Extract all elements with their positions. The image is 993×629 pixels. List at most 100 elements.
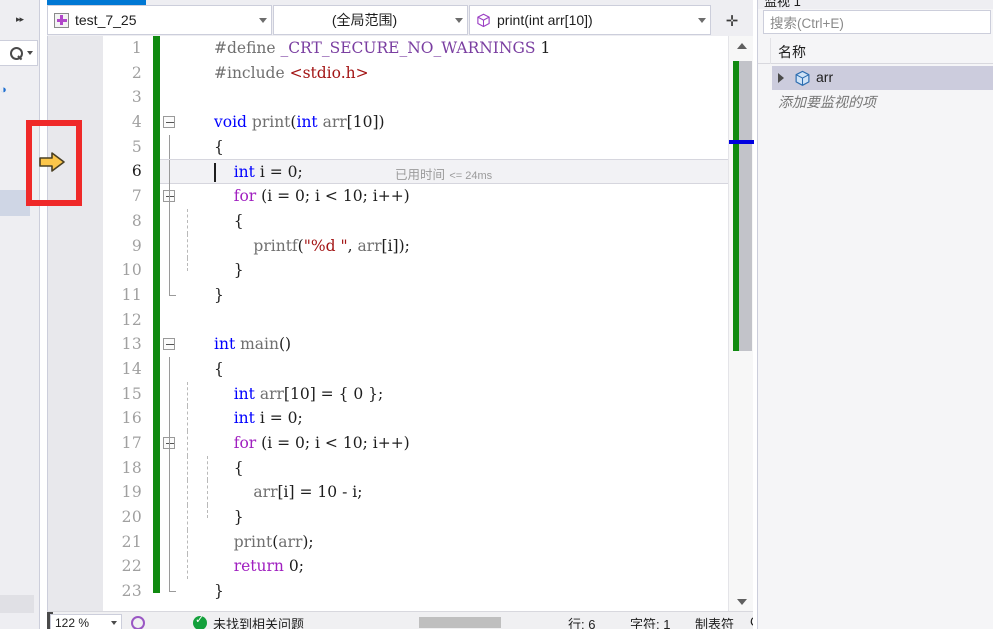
code-text: return 0; bbox=[233, 557, 304, 576]
code-line[interactable]: { bbox=[160, 134, 728, 160]
indent-guide bbox=[187, 381, 188, 407]
no-issues-check-icon bbox=[193, 613, 207, 629]
zoom-level-label: 122 % bbox=[55, 615, 90, 629]
member-dropdown[interactable]: print(int arr[10]) bbox=[469, 5, 711, 35]
collapse-toggle-icon[interactable] bbox=[163, 116, 175, 129]
code-text: } bbox=[214, 582, 224, 601]
indent-guide bbox=[187, 505, 188, 530]
chevron-down-icon[interactable] bbox=[259, 17, 267, 23]
code-text: int arr[10] = { 0 }; bbox=[233, 384, 384, 403]
code-line[interactable]: #include <stdio.h> bbox=[160, 61, 728, 86]
scroll-up-button[interactable] bbox=[729, 36, 754, 55]
chevron-down-icon[interactable] bbox=[698, 17, 706, 23]
split-view-button[interactable]: ✛ bbox=[713, 5, 751, 36]
indent-guide bbox=[187, 258, 188, 272]
code-line[interactable]: for (i = 0; i < 10; i++) bbox=[160, 431, 728, 456]
indent-guide bbox=[187, 455, 188, 481]
code-line[interactable]: print(arr); bbox=[160, 529, 728, 555]
change-indicator-bar bbox=[153, 36, 160, 593]
indent-guide bbox=[169, 554, 170, 580]
code-line[interactable]: int arr[10] = { 0 }; bbox=[160, 381, 728, 407]
code-line[interactable] bbox=[160, 308, 728, 333]
line-number: 7 bbox=[131, 187, 142, 206]
indent-guide bbox=[169, 134, 170, 160]
chevron-down-icon[interactable] bbox=[111, 620, 117, 625]
code-line[interactable]: { bbox=[160, 455, 728, 481]
code-line[interactable]: { bbox=[160, 356, 728, 382]
code-text: #define _CRT_SECURE_NO_WARNINGS 1 bbox=[214, 39, 551, 57]
collapse-toggle-icon[interactable] bbox=[163, 338, 175, 351]
watch-column-header: 名称 bbox=[758, 38, 993, 64]
code-line[interactable]: int i = 0; 已用时间 <= 24ms bbox=[160, 159, 728, 186]
code-line[interactable]: for (i = 0; i < 10; i++) bbox=[160, 184, 728, 209]
indentation-mode-label[interactable]: 制表符 bbox=[695, 614, 734, 629]
line-number: 19 bbox=[121, 483, 142, 502]
elapsed-time-value: <= 24ms bbox=[449, 170, 493, 183]
line-number: 3 bbox=[131, 88, 142, 107]
code-line[interactable]: int main() bbox=[160, 332, 728, 357]
line-number: 4 bbox=[131, 113, 142, 132]
code-line[interactable]: #define _CRT_SECURE_NO_WARNINGS 1 bbox=[160, 36, 728, 61]
code-line[interactable] bbox=[160, 85, 728, 110]
watch-item-name: arr bbox=[816, 69, 834, 85]
execution-pointer-arrow-icon bbox=[39, 152, 65, 172]
line-number: 12 bbox=[121, 310, 142, 329]
editor-vertical-scrollbar[interactable] bbox=[728, 36, 754, 611]
indent-guide bbox=[169, 356, 170, 382]
indent-guide bbox=[169, 282, 176, 296]
code-line[interactable]: printf("%d ", arr[i]); bbox=[160, 233, 728, 259]
expand-triangle-icon[interactable] bbox=[778, 73, 784, 83]
indent-guide bbox=[169, 208, 170, 234]
code-text: print(arr); bbox=[233, 532, 314, 551]
visual-studio-window: ▸▸ ◑ test_7_25 (全局范围) print(int arr[10])… bbox=[0, 0, 993, 629]
indent-guide bbox=[169, 381, 170, 407]
code-line[interactable]: int i = 0; bbox=[160, 406, 728, 431]
split-view-icon: ✛ bbox=[725, 12, 739, 30]
line-ending-label[interactable]: CRLF bbox=[750, 614, 753, 629]
code-line[interactable]: } bbox=[160, 505, 728, 530]
line-number: 2 bbox=[131, 63, 142, 82]
indent-guide bbox=[207, 455, 208, 481]
chevron-down-icon[interactable] bbox=[27, 51, 33, 55]
code-line[interactable]: return 0; bbox=[160, 554, 728, 580]
line-number: 9 bbox=[131, 236, 142, 255]
code-line[interactable]: } bbox=[160, 282, 728, 308]
code-line[interactable]: } bbox=[160, 579, 728, 604]
code-line[interactable]: arr[i] = 10 - i; bbox=[160, 480, 728, 506]
line-number: 10 bbox=[121, 261, 142, 280]
watch-search-placeholder: 搜索(Ctrl+E) bbox=[770, 16, 844, 31]
status-bar: 122 % 未找到相关问题 行: 6 字符: 1 制表符 CRLF bbox=[47, 611, 753, 629]
watch-item-arr[interactable]: arr bbox=[758, 66, 993, 90]
chevron-up-icon bbox=[736, 42, 747, 49]
rail-tab-strip[interactable] bbox=[0, 190, 30, 216]
member-dropdown-label: print(int arr[10]) bbox=[497, 12, 593, 28]
chevron-down-icon[interactable] bbox=[455, 17, 463, 23]
chevron-double-right-icon[interactable]: ▸▸ bbox=[16, 14, 24, 25]
scope-dropdown[interactable]: (全局范围) bbox=[273, 5, 468, 35]
watch-add-item-row[interactable]: 添加要监视的项 bbox=[758, 90, 993, 114]
rail-search-control[interactable] bbox=[0, 40, 38, 66]
search-icon bbox=[10, 46, 23, 60]
code-text: { bbox=[214, 137, 224, 156]
indent-guide bbox=[187, 208, 188, 234]
zoom-level-control[interactable]: 122 % bbox=[50, 614, 122, 629]
code-text: } bbox=[214, 508, 244, 527]
code-text: { bbox=[214, 458, 244, 477]
line-number: 16 bbox=[121, 409, 142, 428]
project-dropdown[interactable]: test_7_25 bbox=[47, 5, 272, 35]
code-text-area[interactable]: #define _CRT_SECURE_NO_WARNINGS 1 #includ… bbox=[160, 36, 728, 611]
intellisense-status-icon[interactable] bbox=[131, 616, 145, 629]
indent-guide bbox=[187, 431, 188, 456]
code-line[interactable]: { bbox=[160, 208, 728, 234]
status-progress-chip bbox=[419, 617, 501, 628]
breakpoint-gutter[interactable] bbox=[48, 36, 103, 611]
indent-guide bbox=[187, 233, 188, 259]
code-line[interactable]: } bbox=[160, 258, 728, 283]
code-line[interactable]: void print(int arr[10]) bbox=[160, 110, 728, 135]
line-number: 11 bbox=[121, 285, 142, 304]
indent-guide bbox=[169, 184, 170, 209]
watch-search-input[interactable]: 搜索(Ctrl+E) bbox=[763, 10, 991, 34]
scroll-down-button[interactable] bbox=[729, 592, 754, 611]
line-number: 1 bbox=[131, 39, 142, 57]
watch-column-name-label: 名称 bbox=[778, 44, 806, 60]
